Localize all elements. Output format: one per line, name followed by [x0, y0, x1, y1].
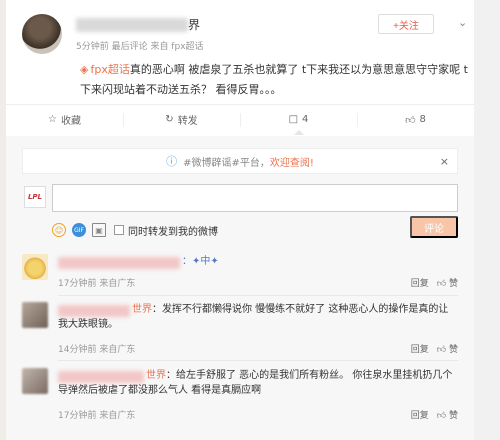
- info-icon: ⓘ: [166, 155, 178, 168]
- chevron-down-icon[interactable]: ⌄: [458, 16, 467, 29]
- comment-meta: 14分钟前 来自广东: [58, 345, 136, 355]
- comment-icon: □: [288, 114, 299, 125]
- commenter-name-blurred[interactable]: [58, 257, 180, 269]
- comment-like-button[interactable]: 👍︎ 赞: [437, 408, 458, 421]
- comment-like-button[interactable]: 👍︎ 赞: [437, 276, 458, 289]
- close-icon[interactable]: ×: [440, 155, 449, 168]
- comment-input[interactable]: [52, 184, 458, 212]
- comment-meta: 17分钟前 来自广东: [58, 411, 136, 421]
- comment-button[interactable]: □ 4: [240, 105, 357, 135]
- submit-comment-button[interactable]: 评论: [410, 216, 458, 238]
- sync-repost-checkbox[interactable]: [114, 225, 124, 235]
- sync-repost-label[interactable]: 同时转发到我的微博: [128, 223, 218, 238]
- image-icon[interactable]: ▣: [92, 223, 106, 237]
- author-name-blurred[interactable]: [76, 18, 188, 32]
- post-text: 真的恶心啊 被虐泉了五杀也就算了 t下来我还以为意思意思守守家呢 t下来闪现站着…: [80, 63, 468, 96]
- action-bar: ☆ 收藏 ↻ 转发 □ 4 👍︎ 8: [6, 104, 474, 135]
- commenter-avatar[interactable]: [22, 368, 48, 394]
- thumbs-up-icon: 👍︎: [436, 279, 447, 289]
- thumbs-up-icon: 👍︎: [436, 411, 447, 421]
- commenter-avatar[interactable]: [22, 254, 48, 280]
- comment-text: 世界：给左手舒服了 恶心的是我们所有粉丝。 你往泉水里挂机扔几个导弹然后被虐了都…: [58, 370, 453, 396]
- author-avatar[interactable]: [22, 14, 62, 54]
- comment-meta: 17分钟前 来自广东: [58, 279, 136, 289]
- comment-divider: [58, 360, 458, 361]
- comment-text: ：✦中✦: [182, 256, 219, 267]
- composer-toolbar: ☺ GIF ▣ 同时转发到我的微博 评论: [52, 216, 458, 240]
- scrollbar-track[interactable]: [474, 0, 500, 440]
- comment-text: 世界：发挥不行都懒得说你 慢慢练不就好了 这种恶心人的操作是真的让我大跌眼镜。: [58, 304, 449, 330]
- emoji-icon[interactable]: ☺: [52, 223, 66, 237]
- star-icon: ☆: [48, 114, 57, 125]
- reply-button[interactable]: 回复: [411, 408, 429, 421]
- reply-button[interactable]: 回复: [411, 342, 429, 355]
- comment-item: 世界：发挥不行都懒得说你 慢慢练不就好了 这种恶心人的操作是真的让我大跌眼镜。 …: [22, 302, 458, 355]
- super-topic-icon: ◈: [80, 63, 89, 76]
- reply-button[interactable]: 回复: [411, 276, 429, 289]
- follow-button[interactable]: +关注: [378, 14, 434, 34]
- thumbs-up-icon: 👍︎: [405, 114, 416, 126]
- post-meta: 5分钟前 最后评论 来自 fpx超话: [76, 42, 204, 52]
- comment-section: ⓘ #微博辟谣#平台， 欢迎查阅! × LPL ☺ GIF ▣ 同时转发到我的微博…: [6, 136, 474, 440]
- comment-item: 世界：给左手舒服了 恶心的是我们所有粉丝。 你往泉水里挂机扔几个导弹然后被虐了都…: [22, 368, 458, 428]
- thumbs-up-icon: 👍︎: [436, 345, 447, 355]
- rumor-notice: ⓘ #微博辟谣#平台， 欢迎查阅! ×: [22, 148, 458, 174]
- like-button[interactable]: 👍︎ 8: [357, 105, 474, 134]
- comment-item: ：✦中✦ 17分钟前 来自广东 回复 👍︎ 赞: [22, 254, 458, 294]
- post-header: 界 5分钟前 最后评论 来自 fpx超话 +关注 ⌄ ◈ fpx超话真的恶心啊 被…: [22, 8, 468, 108]
- commenter-avatar[interactable]: [22, 302, 48, 328]
- comment-actions: 回复 👍︎ 赞: [411, 342, 458, 355]
- post-body: ◈ fpx超话真的恶心啊 被虐泉了五杀也就算了 t下来我还以为意思意思守守家呢 t…: [80, 60, 474, 100]
- gif-icon[interactable]: GIF: [72, 223, 86, 237]
- super-topic-link[interactable]: fpx超话: [90, 63, 129, 76]
- weibo-post-card: 界 5分钟前 最后评论 来自 fpx超话 +关注 ⌄ ◈ fpx超话真的恶心啊 被…: [6, 0, 474, 440]
- comment-actions: 回复 👍︎ 赞: [411, 408, 458, 421]
- comment-actions: 回复 👍︎ 赞: [411, 276, 458, 289]
- comment-divider: [58, 295, 458, 296]
- current-user-avatar: LPL: [24, 186, 46, 208]
- repost-button[interactable]: ↻ 转发: [123, 105, 240, 134]
- author-name-suffix[interactable]: 界: [188, 16, 200, 33]
- comment-like-button[interactable]: 👍︎ 赞: [437, 342, 458, 355]
- favorite-button[interactable]: ☆ 收藏: [6, 105, 123, 134]
- repost-icon: ↻: [165, 114, 174, 125]
